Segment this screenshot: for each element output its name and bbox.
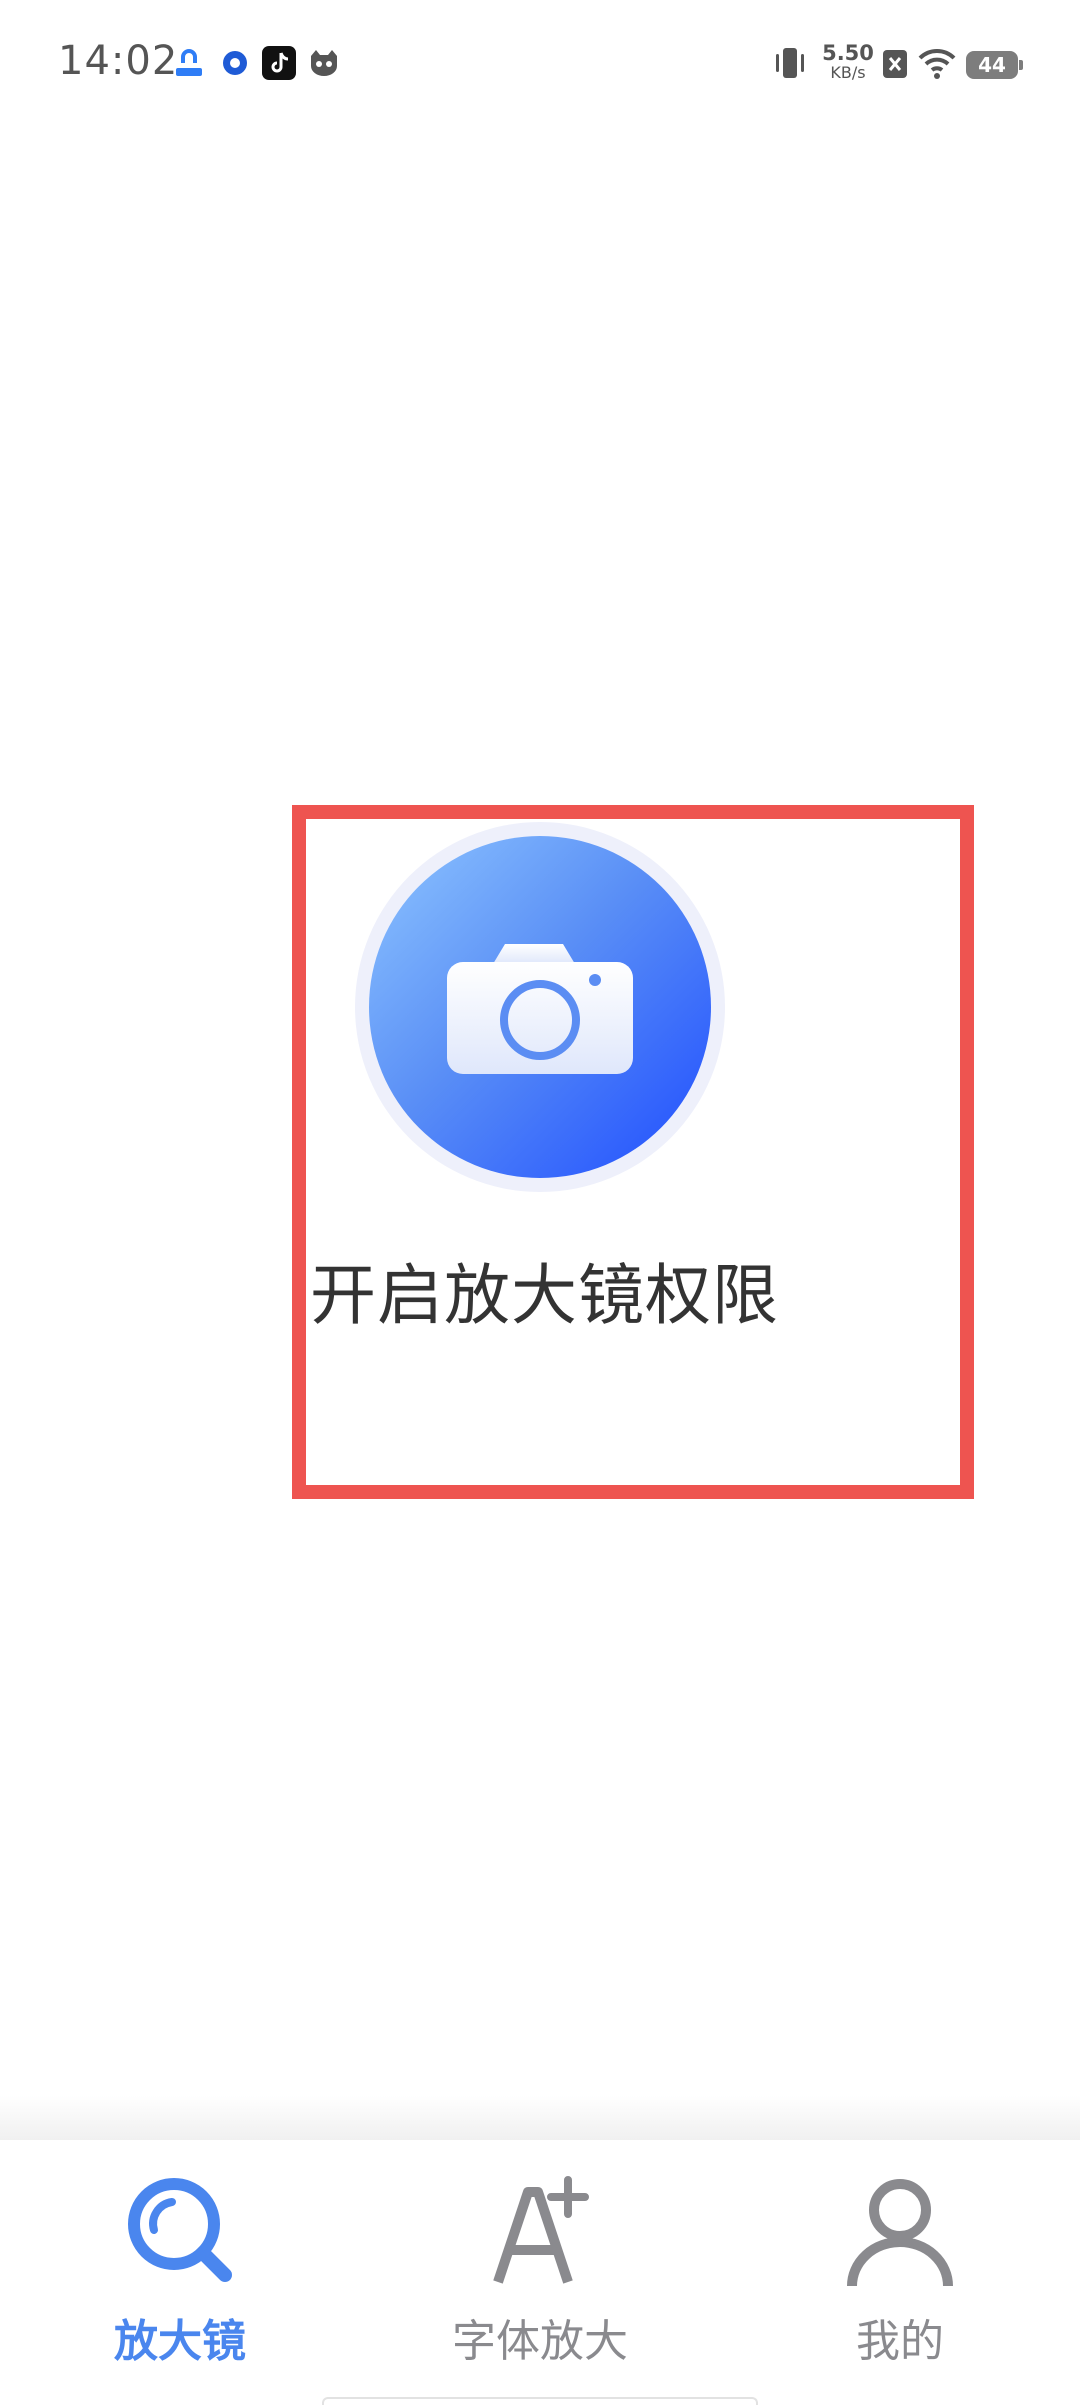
camera-icon [447,944,633,1074]
permission-label[interactable]: 开启放大镜权限 [310,1242,779,1338]
status-bar: 14:02 5.50 KB/s 44 [0,0,1080,130]
net-speed: 5.50 KB/s [822,41,874,83]
nav-tab-font-enlarge[interactable]: 字体放大 [390,2140,690,2380]
browser-icon [223,51,247,75]
bottom-nav: 放大镜 字体放大 我的 [0,2140,1080,2408]
nav-tab-magnifier[interactable]: 放大镜 [30,2140,330,2380]
nav-label-font-enlarge: 字体放大 [452,2316,628,2367]
net-speed-value: 5.50 [822,41,874,65]
profile-icon [847,2179,953,2287]
camera-button-circle [369,836,711,1178]
home-indicator[interactable] [322,2397,758,2405]
magnifier-icon [128,2178,232,2282]
enable-magnifier-button[interactable] [355,822,725,1192]
nav-shadow [0,2095,1080,2140]
screen: 14:02 5.50 KB/s 44 开启放大镜权限 放大镜 字体放大 我的 [0,0,1080,2408]
tiktok-icon [262,46,296,80]
net-speed-unit: KB/s [830,63,866,82]
vibrate-icon [776,48,804,78]
nav-tab-profile[interactable]: 我的 [750,2140,1050,2380]
font-enlarge-icon [493,2176,589,2284]
sim-off-icon [883,50,907,78]
nav-label-profile: 我的 [856,2316,944,2367]
cat-app-icon [311,50,337,76]
cloud-drive-icon [176,49,202,76]
wifi-icon [918,48,956,79]
battery-icon: 44 [966,51,1023,79]
nav-label-magnifier: 放大镜 [114,2316,246,2367]
status-time: 14:02 [58,38,179,84]
